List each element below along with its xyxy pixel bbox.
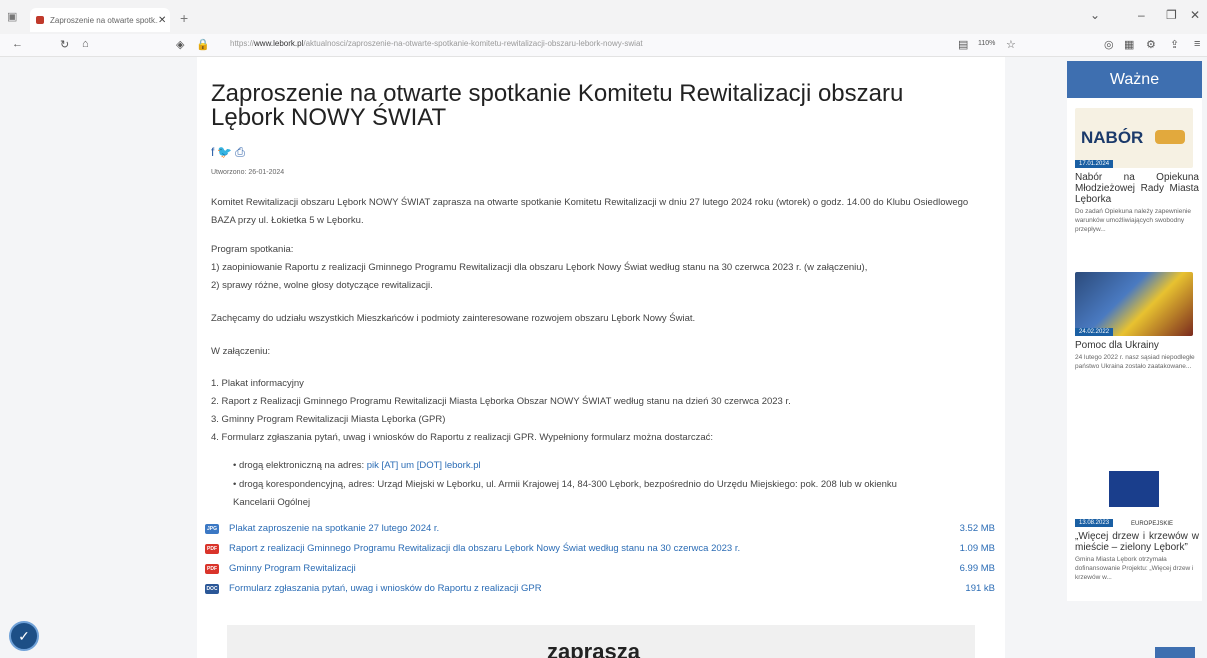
attachments-label: W załączeniu: (211, 346, 271, 357)
news-date-badge: 13.08.2023 (1075, 519, 1114, 527)
site-favicon-icon (36, 16, 44, 24)
settings-icon[interactable]: ⚙ (1146, 38, 1156, 51)
url-prefix: https:// (230, 39, 255, 48)
news-item-nabor[interactable]: NABÓR 17.01.2024 Nabór na Opiekuna Młodz… (1075, 108, 1199, 234)
minimize-icon[interactable]: – (1138, 8, 1145, 22)
intro-text: Komitet Rewitalizacji obszaru Lębork NOW… (211, 197, 969, 226)
bullet-mail-text-cont: Kancelarii Ogólnej (233, 497, 311, 508)
news-image[interactable]: 24.02.2022 (1075, 272, 1193, 336)
url-path: /aktualnosci/zaproszenie-na-otwarte-spot… (303, 39, 643, 48)
attachment-size: 1.09 MB (959, 543, 995, 554)
article: Zaproszenie na otwarte spotkanie Komitet… (197, 57, 1005, 658)
created-date: Utworzono: 26-01-2024 (211, 169, 285, 176)
list-item-4: 4. Formularz zgłaszania pytań, uwag i wn… (211, 432, 714, 443)
list-all-tabs-icon[interactable]: ⌄ (1090, 8, 1100, 22)
more-button[interactable] (1155, 647, 1195, 658)
extensions-icon[interactable]: ▦ (1124, 38, 1134, 51)
news-item-trees[interactable]: EUROPEJSKIE 13.08.2023 „Więcej drzew i k… (1075, 463, 1199, 582)
attachment-size: 6.99 MB (959, 563, 995, 574)
attachment-size: 3.52 MB (959, 523, 995, 534)
reload-icon[interactable]: ↻ (60, 38, 69, 51)
twitter-icon[interactable]: 🐦 (217, 145, 235, 159)
eu-flag-icon (1109, 471, 1159, 507)
news-title[interactable]: Nabór na Opiekuna Młodzieżowej Rady Mias… (1075, 172, 1199, 205)
attachment-link[interactable]: Plakat zaproszenie na spotkanie 27 luteg… (229, 523, 439, 534)
news-date-badge: 17.01.2024 (1075, 160, 1114, 168)
file-type-icon: PDF (205, 564, 219, 574)
encourage-text: Zachęcamy do udziału wszystkich Mieszkań… (211, 313, 696, 324)
maximize-icon[interactable]: ❐ (1166, 8, 1177, 22)
attachment-row[interactable]: DOC Formularz zgłaszania pytań, uwag i wn… (205, 582, 995, 598)
news-item-ukraine[interactable]: 24.02.2022 Pomoc dla Ukrainy 24 lutego 2… (1075, 272, 1199, 371)
browser-tab-bar: ▣ Zaproszenie na otwarte spotk... ✕ + ⌄ … (0, 0, 1207, 34)
news-image[interactable]: NABÓR 17.01.2024 (1075, 108, 1193, 168)
news-desc: Gmina Miasta Lębork otrzymała dofinansow… (1075, 556, 1194, 581)
browser-tab[interactable]: Zaproszenie na otwarte spotk... ✕ (30, 8, 170, 32)
poster-image: zaprasza (227, 625, 975, 658)
shield-icon[interactable]: ◈ (176, 38, 184, 51)
share-icons: f🐦⎙ (211, 145, 248, 160)
sidebar-heading: Ważne (1067, 61, 1202, 98)
lock-icon[interactable]: 🔒 (196, 38, 210, 51)
home-icon[interactable]: ⌂ (82, 38, 89, 50)
file-type-icon: PDF (205, 544, 219, 554)
attachment-row[interactable]: PDF Raport z realizacji Gminnego Programu… (205, 542, 995, 558)
url-domain: www.lebork.pl (254, 39, 304, 48)
bookmark-star-icon[interactable]: ☆ (1006, 38, 1016, 51)
browser-nav-bar: ← ↻ ⌂ ◈ 🔒 https://www.lebork.pl/aktualno… (0, 34, 1207, 57)
file-type-icon: DOC (205, 584, 219, 594)
accessibility-icon[interactable]: ✓ (9, 621, 39, 651)
attachment-link[interactable]: Raport z realizacji Gminnego Programu Re… (229, 543, 740, 554)
news-desc: Do zadań Opiekuna należy zapewnienie war… (1075, 208, 1191, 233)
attachment-size: 191 kB (965, 583, 995, 594)
program-item-2: 2) sprawy różne, wolne głosy dotyczące r… (211, 280, 433, 291)
bullet-mail-text: • drogą korespondencyjną, adres: Urząd M… (233, 479, 897, 490)
list-item-3: 3. Gminny Program Rewitalizacji Miasta L… (211, 414, 446, 425)
program-item-1: 1) zaopiniowanie Raportu z realizacji Gm… (211, 262, 868, 273)
sidebar-important: Ważne NABÓR 17.01.2024 Nabór na Opiekuna… (1067, 61, 1202, 601)
attachment-row[interactable]: PDF Gminny Program Rewitalizacji 6.99 MB (205, 562, 995, 578)
tab-list-icon[interactable]: ▣ (7, 10, 17, 23)
attachment-link[interactable]: Formularz zgłaszania pytań, uwag i wnios… (229, 583, 542, 594)
menu-icon[interactable]: ≡ (1194, 38, 1200, 50)
program-label: Program spotkania: (211, 244, 294, 255)
pdf-icon[interactable]: ⎙ (235, 145, 248, 159)
attachment-link[interactable]: Gminny Program Rewitalizacji (229, 563, 356, 574)
news-image[interactable]: EUROPEJSKIE 13.08.2023 (1075, 463, 1193, 527)
email-link[interactable]: pik [AT] um [DOT] lebork.pl (367, 460, 481, 471)
file-type-icon: JPG (205, 524, 219, 534)
new-tab-icon[interactable]: + (180, 10, 188, 26)
bullet-email: • drogą elektroniczną na adres: pik [AT]… (233, 457, 481, 474)
news-desc: 24 lutego 2022 r. nasz sąsiad niepodległ… (1075, 354, 1195, 370)
list-item-1: 1. Plakat informacyjny (211, 378, 304, 389)
zoom-level[interactable]: 110% (978, 40, 995, 47)
back-icon[interactable]: ← (12, 38, 23, 50)
news-title[interactable]: „Więcej drzew i krzewów w mieście – ziel… (1075, 531, 1199, 553)
poster-text: zaprasza (547, 639, 640, 658)
news-title[interactable]: Pomoc dla Ukrainy (1075, 340, 1199, 351)
share-icon[interactable]: ⇪ (1170, 38, 1179, 51)
news-banner-text: EUROPEJSKIE (1131, 521, 1174, 527)
news-date-badge: 24.02.2022 (1075, 328, 1114, 336)
bullet-email-text: • drogą elektroniczną na adres: (233, 460, 367, 471)
logo-icon (1155, 130, 1185, 144)
page-title: Zaproszenie na otwarte spotkanie Komitet… (211, 80, 904, 131)
pocket-icon[interactable]: ◎ (1104, 38, 1114, 51)
tab-close-icon[interactable]: ✕ (158, 15, 170, 26)
close-window-icon[interactable]: ✕ (1190, 8, 1200, 22)
address-bar[interactable]: https://www.lebork.pl/aktualnosci/zapros… (230, 39, 930, 48)
attachment-row[interactable]: JPG Plakat zaproszenie na spotkanie 27 lu… (205, 522, 995, 538)
tab-title: Zaproszenie na otwarte spotk... (50, 15, 158, 25)
reader-view-icon[interactable]: ▤ (958, 38, 968, 51)
list-item-2: 2. Raport z Realizacji Gminnego Programu… (211, 396, 791, 407)
page-viewport: Zaproszenie na otwarte spotkanie Komitet… (0, 57, 1207, 658)
news-banner-text: NABÓR (1081, 128, 1144, 147)
